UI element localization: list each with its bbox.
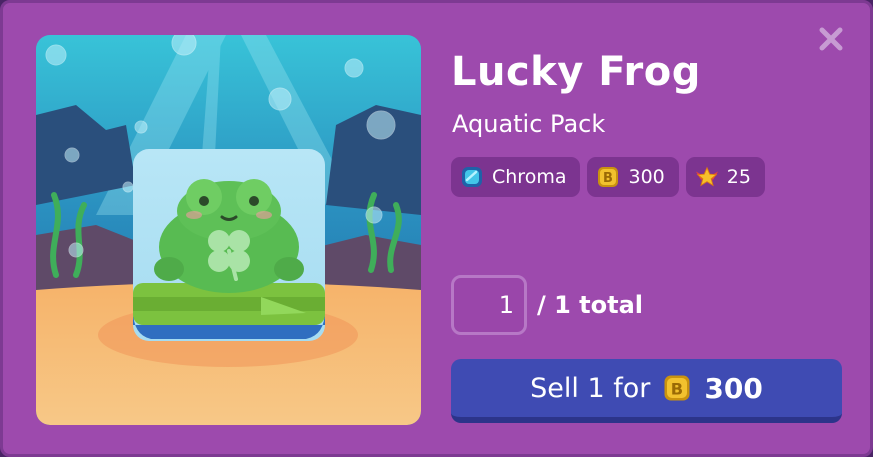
coin-icon: B: [662, 373, 692, 403]
chroma-gem-icon: [460, 165, 484, 189]
sell-button[interactable]: Sell 1 for B 300: [451, 359, 842, 423]
item-sell-modal: Lucky Frog Aquatic Pack Chroma B 300 25 …: [0, 0, 873, 457]
svg-text:B: B: [604, 171, 614, 186]
value-badge: B 300: [587, 157, 679, 197]
quantity-input[interactable]: [451, 275, 527, 335]
rarity-label: Chroma: [492, 166, 567, 188]
rarity-badge: Chroma: [451, 157, 581, 197]
sell-amount: 300: [704, 371, 763, 405]
item-badges: Chroma B 300 25: [451, 157, 765, 197]
quantity-selector: / 1 total: [451, 275, 643, 335]
quantity-total: / 1 total: [537, 291, 644, 319]
xp-label: 25: [726, 166, 751, 188]
item-artwork: [36, 35, 421, 425]
sell-button-label: Sell 1 for: [530, 372, 651, 404]
close-button[interactable]: [815, 25, 847, 57]
close-icon: [818, 26, 844, 56]
value-label: 300: [628, 166, 665, 188]
xp-badge: 25: [685, 157, 765, 197]
item-name: Lucky Frog: [451, 49, 701, 95]
coin-icon: B: [596, 165, 620, 189]
item-pack: Aquatic Pack: [452, 110, 606, 138]
svg-text:B: B: [671, 379, 683, 398]
star-wings-icon: [695, 165, 719, 189]
